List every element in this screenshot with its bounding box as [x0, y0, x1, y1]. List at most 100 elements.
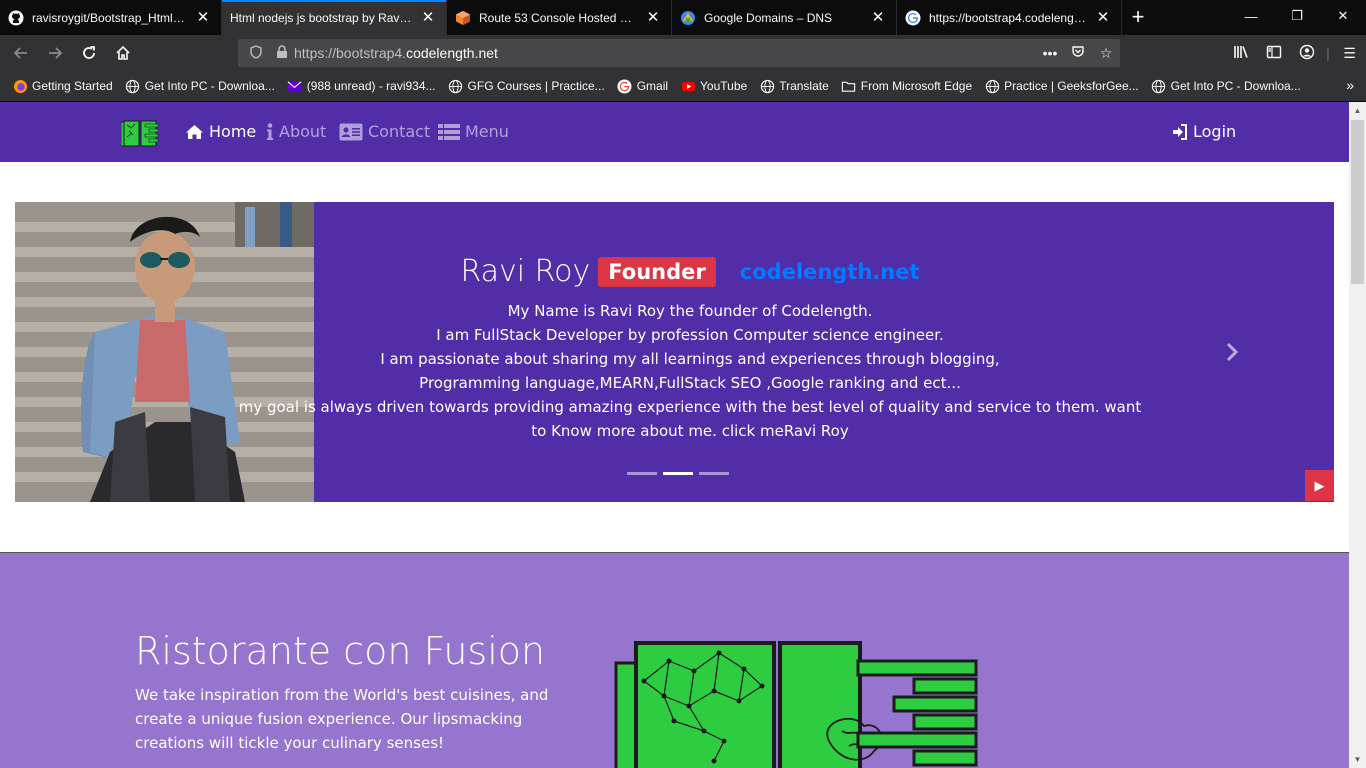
tab-title: Html nodejs js bootstrap by Ravi Roy [230, 10, 414, 25]
bookmark-item[interactable]: Practice | GeeksforGee... [984, 78, 1139, 94]
close-tab-icon[interactable]: ✕ [1095, 9, 1111, 26]
browser-tab-active[interactable]: Html nodejs js bootstrap by Ravi Roy ✕ [222, 0, 447, 35]
scroll-up-icon[interactable]: ▲ [1349, 102, 1366, 119]
globe-icon [125, 78, 141, 94]
bookmark-item[interactable]: Get Into PC - Downloa... [125, 78, 275, 94]
nav-login[interactable]: Login [1172, 122, 1236, 141]
aws-cube-icon [455, 10, 471, 26]
bookmark-item[interactable]: YouTube [680, 78, 747, 94]
carousel-play-button[interactable]: ▶ [1305, 470, 1334, 501]
globe-icon [759, 78, 775, 94]
bookmark-item[interactable]: Gmail [617, 78, 668, 94]
site-navbar: Home About Contact Menu Login [0, 102, 1349, 162]
caption-heading: Ravi Roy Founder codelength.net [230, 254, 1150, 289]
account-icon[interactable] [1290, 44, 1323, 63]
nav-contact[interactable]: Contact [339, 122, 430, 141]
bookmark-item[interactable]: Translate [759, 78, 829, 94]
browser-tab-route53[interactable]: Route 53 Console Hosted Zones ✕ [447, 0, 672, 35]
bookmark-item[interactable]: (988 unread) - ravi934... [287, 78, 436, 94]
play-icon: ▶ [1314, 477, 1325, 493]
maximize-button[interactable]: ❐ [1274, 0, 1320, 32]
minimize-button[interactable]: — [1228, 0, 1274, 32]
carousel-indicators [624, 472, 732, 475]
page-actions-icon[interactable]: ••• [1036, 45, 1064, 61]
site-logo[interactable] [120, 119, 159, 147]
sign-in-icon [1173, 123, 1187, 140]
bookmark-item[interactable]: Get Into PC - Downloa... [1151, 78, 1301, 94]
tab-title: Route 53 Console Hosted Zones [479, 10, 639, 25]
bookmark-item[interactable]: Getting Started [12, 78, 113, 94]
close-tab-icon[interactable]: ✕ [420, 9, 436, 26]
browser-toolbar: https://bootstrap4.codelength.net ••• ☆ … [0, 35, 1366, 71]
url-text[interactable]: https://bootstrap4.codelength.net [294, 45, 1036, 61]
close-tab-icon[interactable]: ✕ [645, 9, 661, 26]
scroll-down-icon[interactable]: ▼ [1349, 751, 1366, 768]
site-link[interactable]: codelength.net [740, 260, 920, 284]
bookmarks-toolbar: Getting Started Get Into PC - Downloa...… [0, 71, 1366, 102]
caption-line: I am passionate about sharing my all lea… [380, 350, 1000, 368]
firefox-icon [12, 78, 28, 94]
youtube-icon [680, 78, 696, 94]
nav-menu[interactable]: Menu [438, 122, 509, 141]
tab-title: Google Domains – DNS [704, 10, 833, 25]
google-icon [905, 10, 921, 26]
close-tab-icon[interactable]: ✕ [870, 9, 886, 26]
carousel-indicator-active[interactable] [663, 472, 693, 475]
window-controls: — ❐ ✕ [1228, 0, 1366, 32]
nav-about[interactable]: About [266, 122, 326, 141]
caption-line: My Name is Ravi Roy the founder of Codel… [507, 302, 873, 320]
url-bar[interactable]: https://bootstrap4.codelength.net ••• ☆ [238, 39, 1120, 67]
bookmark-folder[interactable]: From Microsoft Edge [841, 78, 972, 94]
carousel-indicator[interactable] [699, 472, 729, 475]
github-icon [8, 10, 24, 26]
mail-icon [287, 78, 303, 94]
pocket-icon[interactable] [1064, 45, 1092, 62]
hero-carousel: Ravi Roy Founder codelength.net My Name … [15, 202, 1334, 502]
tab-title: ravisroygit/Bootstrap_Html_Css... [32, 10, 189, 25]
browser-tab-bar: ravisroygit/Bootstrap_Html_Css... ✕ Html… [0, 0, 1366, 35]
reload-button[interactable] [74, 38, 104, 68]
globe-icon [448, 78, 464, 94]
page-scrollbar[interactable]: ▲ ▼ [1349, 102, 1366, 768]
bookmark-item[interactable]: GFG Courses | Practice... [448, 78, 605, 94]
brand-book-logo [614, 641, 980, 768]
toolbar-right: | ☰ [1224, 35, 1366, 71]
close-window-button[interactable]: ✕ [1320, 0, 1366, 32]
tracking-shield-icon[interactable] [242, 44, 270, 62]
jumbotron-title: Ristorante con Fusion [135, 629, 546, 673]
list-icon [438, 123, 460, 140]
browser-tab-github[interactable]: ravisroygit/Bootstrap_Html_Css... ✕ [0, 0, 222, 35]
library-icon[interactable] [1224, 44, 1257, 63]
close-tab-icon[interactable]: ✕ [195, 9, 211, 26]
caption-line[interactable]: my goal is always driven towards providi… [230, 395, 1150, 443]
globe-icon [984, 78, 1000, 94]
carousel-indicator[interactable] [627, 472, 657, 475]
tab-title: https://bootstrap4.codelength.net [929, 10, 1089, 25]
home-button[interactable] [108, 38, 138, 68]
info-icon [267, 122, 273, 140]
carousel-next-icon[interactable] [1225, 342, 1239, 368]
google-domains-icon [680, 10, 696, 26]
caption-line: Programming language,MEARN,FullStack SEO… [419, 374, 961, 392]
lock-icon[interactable] [270, 44, 294, 62]
bookmarks-overflow-icon[interactable]: » [1346, 77, 1354, 93]
founder-name: Ravi Roy [460, 254, 591, 289]
founder-badge: Founder [598, 256, 716, 287]
caption-line: I am FullStack Developer by profession C… [436, 326, 944, 344]
nav-home[interactable]: Home [185, 122, 256, 141]
hamburger-menu-icon[interactable]: ☰ [1333, 45, 1366, 62]
google-icon [617, 78, 633, 94]
browser-tab-google-domains[interactable]: Google Domains – DNS ✕ [672, 0, 897, 35]
browser-tab-bootstrap4[interactable]: https://bootstrap4.codelength.net ✕ [897, 0, 1122, 35]
back-button[interactable] [6, 38, 36, 68]
address-card-icon [339, 123, 363, 140]
bookmark-star-icon[interactable]: ☆ [1092, 45, 1120, 62]
home-icon [186, 124, 203, 139]
new-tab-button[interactable]: + [1122, 0, 1154, 35]
globe-icon [1151, 78, 1167, 94]
scrollbar-thumb[interactable] [1351, 120, 1364, 284]
sidebar-icon[interactable] [1257, 44, 1290, 63]
forward-button[interactable] [40, 38, 70, 68]
page-viewport: Home About Contact Menu Login Ravi Roy F… [0, 102, 1349, 768]
carousel-caption: Ravi Roy Founder codelength.net My Name … [230, 254, 1150, 443]
